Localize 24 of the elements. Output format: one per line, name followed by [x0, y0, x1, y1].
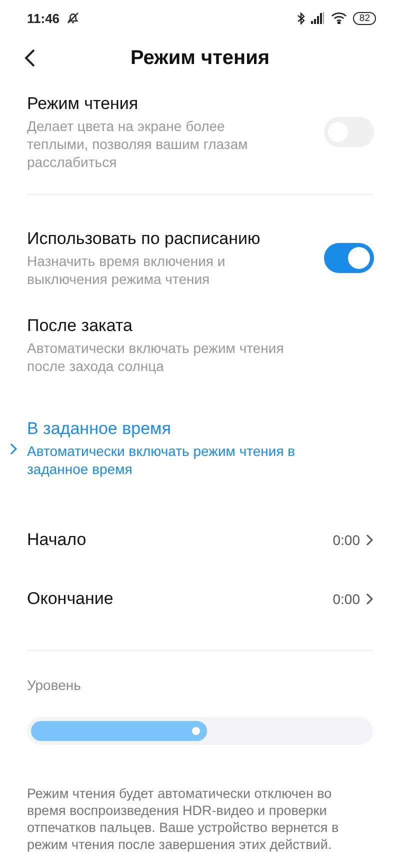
chevron-icon	[10, 442, 17, 454]
page-title: Режим чтения	[130, 46, 270, 68]
chevron-icon	[366, 534, 373, 546]
bluetooth-icon	[297, 12, 306, 24]
toggle-switch[interactable]	[324, 243, 374, 273]
status-time: 11:46	[27, 10, 60, 26]
battery-level: 82	[353, 12, 376, 24]
time-setting-row[interactable]: Окончание 0:00	[0, 569, 400, 628]
time-setting-row[interactable]: Начало 0:00	[0, 510, 400, 569]
back-icon	[24, 48, 36, 68]
setting-title: Режим чтения	[27, 94, 140, 114]
level-label: Уровень	[27, 677, 82, 693]
slider-fill[interactable]	[31, 721, 207, 741]
schedule-option[interactable]: В заданное время Автоматически включать режим чтения в заданное время	[0, 407, 400, 490]
setting-description: Делает цвета на экране более теплыми, позволяя вашим глазам расслабиться	[27, 116, 249, 170]
slider-track[interactable]	[27, 717, 373, 745]
setting-description: Назначить время включения и выключения режима чтения	[27, 252, 226, 288]
alarm-off-icon	[66, 11, 80, 25]
signal-icon	[311, 12, 326, 24]
setting-title: Использовать по расписанию	[27, 228, 262, 248]
schedule-option[interactable]: После заката Автоматически включать режим чтения после захода солнца	[0, 304, 400, 387]
wifi-icon	[331, 12, 348, 24]
chevron-icon	[366, 592, 373, 604]
info-note: Режим чтения будет автоматически отключен во время воспроизведения HDR-видео и проверки отпечатков пальцев. Ваше устройство вернется в режим чтения после завершения этих действий.	[27, 785, 340, 853]
